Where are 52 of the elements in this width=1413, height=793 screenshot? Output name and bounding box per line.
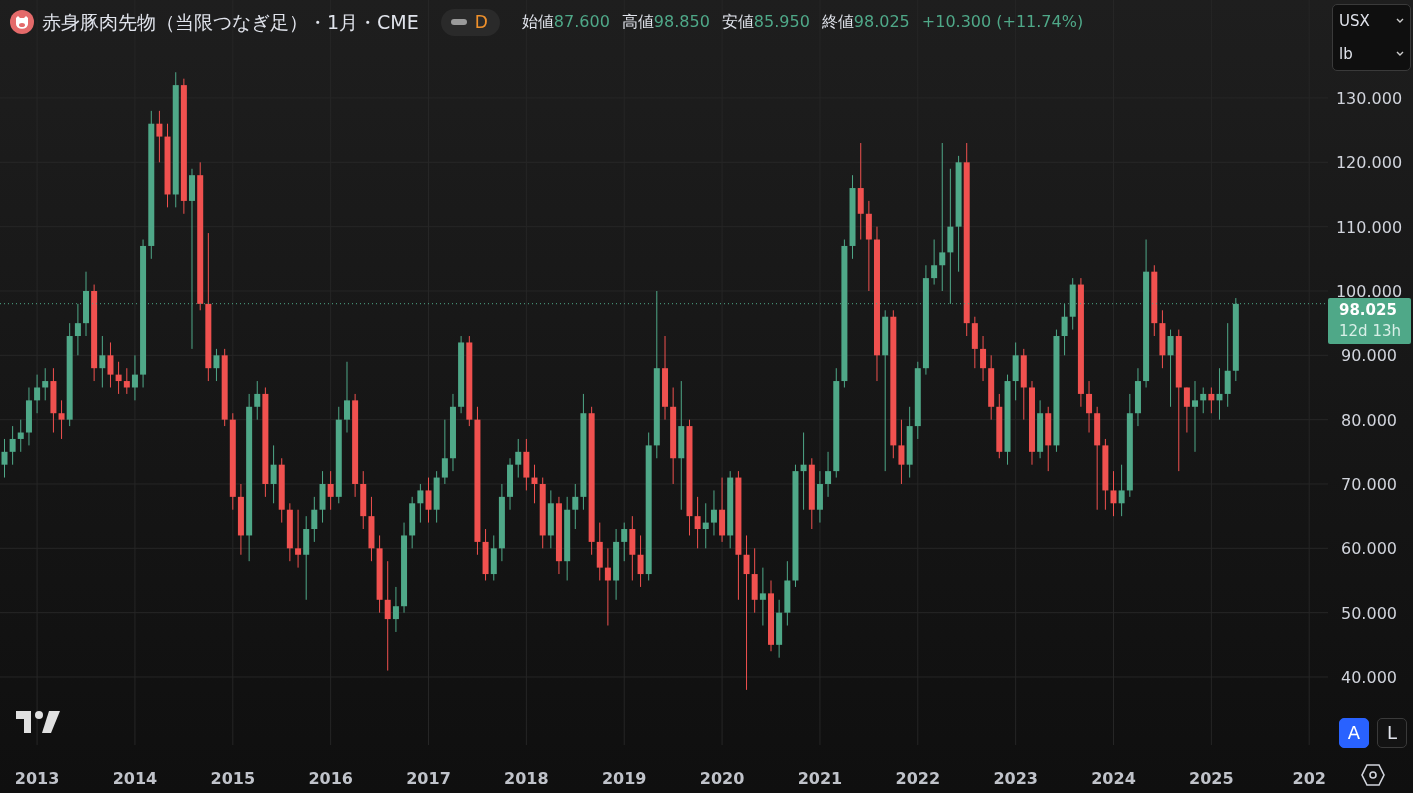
price-value: 98.025 [1339, 299, 1398, 320]
change-text: +10.300 (+11.74%) [921, 11, 1084, 34]
ohlc-label: 終値 [821, 11, 854, 34]
unit-dropdown[interactable]: lb [1333, 37, 1410, 70]
pig-icon [10, 10, 34, 35]
time-axis-label: 2014 [112, 769, 158, 788]
price-axis-label: 100.000 [1335, 282, 1403, 301]
ohlc-label: 高値 [621, 11, 654, 34]
price-axis-label: 60.000 [1341, 539, 1397, 559]
price-axis-label: 110.000 [1335, 217, 1403, 237]
price-axis-label: 120.000 [1335, 153, 1403, 173]
time-axis-label: 2019 [601, 769, 647, 788]
settings-icon[interactable] [1361, 764, 1385, 786]
time-axis-label: 2018 [504, 769, 549, 788]
price-axis-label: 40.000 [1341, 668, 1397, 687]
ohlc-value: 85.950 [753, 11, 810, 34]
ohlc-value: 98.025 [853, 11, 910, 34]
ohlc-label: 安値 [721, 11, 754, 34]
time-axis-label: 2017 [406, 769, 451, 788]
price-axis-label: 50.000 [1341, 603, 1397, 623]
ohlc-label: 始値 [521, 11, 554, 34]
candlestick [344, 361, 350, 433]
chevron-icon [1396, 50, 1404, 57]
time-axis-label: 2013 [14, 769, 60, 788]
logo-icon[interactable] [16, 711, 61, 734]
unit-dropdown[interactable]: USX [1333, 5, 1410, 38]
minus-icon [450, 18, 467, 27]
candlestick [768, 580, 774, 652]
time-axis-label: 2024 [1091, 769, 1136, 788]
scale-mode-button[interactable]: L [1377, 718, 1407, 748]
time-axis-label: 2020 [699, 769, 745, 788]
time-axis-label: 2015 [210, 769, 256, 788]
ohlc-value: 98.850 [653, 11, 710, 34]
time-axis-label: 2025 [1189, 769, 1234, 788]
chevron-icon [1396, 18, 1404, 25]
price-axis-label: 80.000 [1341, 410, 1397, 430]
time-axis-label: 202 [1292, 769, 1326, 788]
price-axis-label: 90.000 [1341, 346, 1397, 366]
time-axis-label: 2023 [993, 769, 1038, 788]
ohlc-value: 87.600 [553, 11, 610, 34]
time-axis-label: 2021 [797, 769, 843, 788]
symbol-title: 赤身豚肉先物（当限つなぎ足）・1月・CME [42, 10, 419, 35]
interval-text: D [474, 10, 488, 34]
price-axis-label: 130.000 [1335, 89, 1403, 108]
candlestick [507, 457, 513, 511]
time-axis-label: 2022 [895, 769, 941, 788]
candlestick [83, 271, 89, 337]
price-axis-label: 70.000 [1341, 475, 1397, 494]
countdown-text: 12d 13h [1339, 320, 1402, 342]
interval-pill[interactable]: D [440, 8, 500, 36]
scale-mode-button[interactable]: A [1339, 718, 1369, 748]
time-axis-label: 2016 [308, 769, 353, 788]
